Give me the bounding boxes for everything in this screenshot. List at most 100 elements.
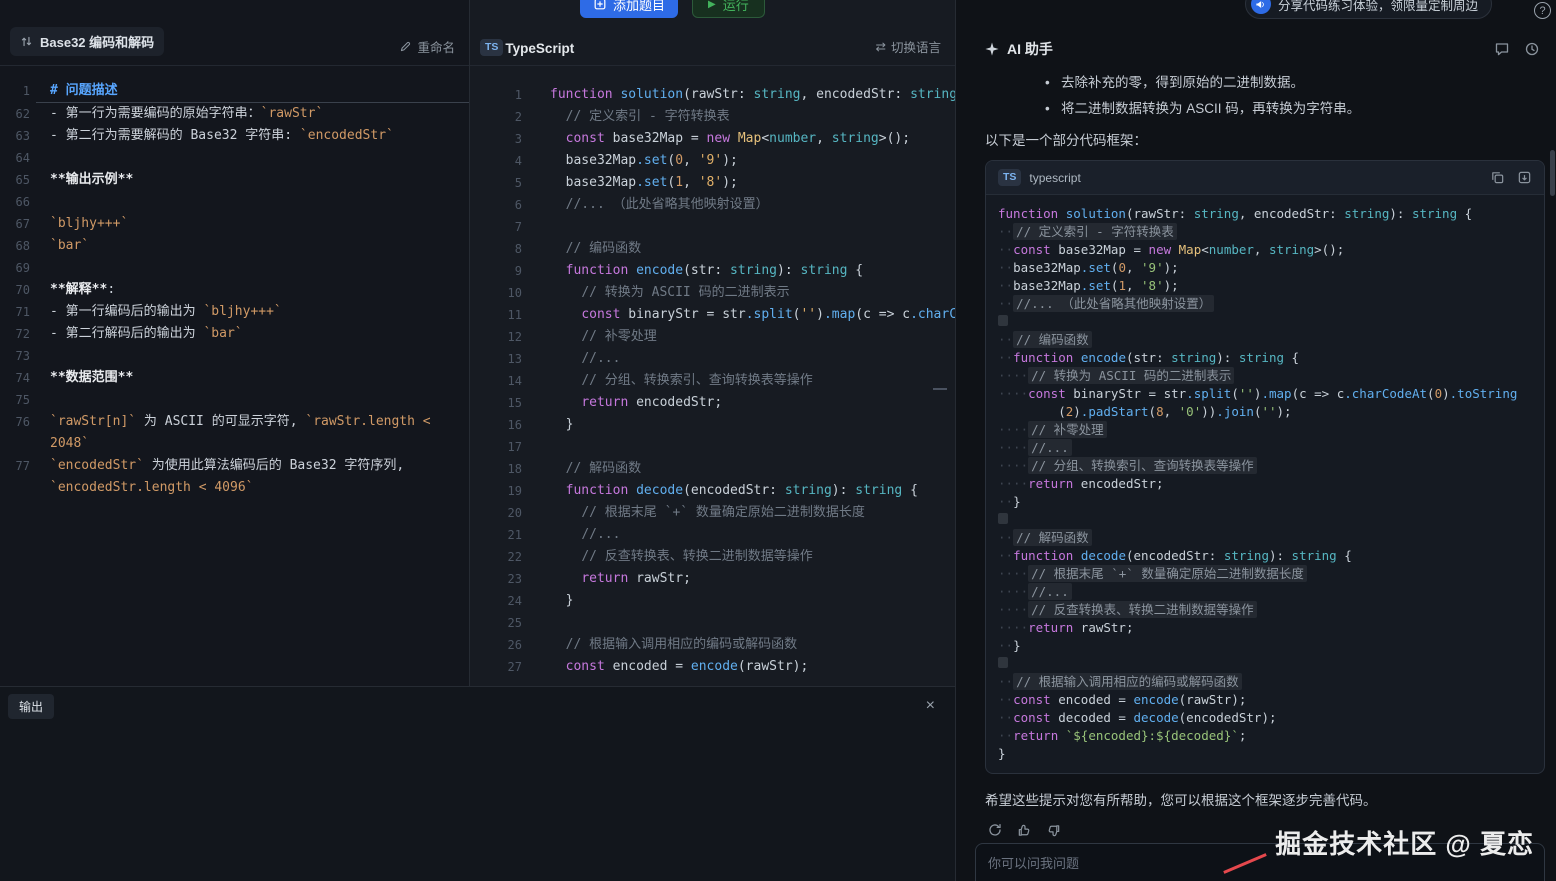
line-number: 11	[470, 304, 522, 326]
ai-code-line: ····// 反查转换表、转换二进制数据等操作	[998, 601, 1532, 619]
history-icon[interactable]	[1524, 41, 1540, 57]
ai-code-line: ··function encode(str: string): string {	[998, 349, 1532, 367]
line-number: 17	[470, 436, 522, 458]
md-line[interactable]: 77`encodedStr` 为使用此算法编码后的 Base32 字符序列, `…	[0, 455, 469, 499]
copy-icon[interactable]	[1490, 170, 1505, 185]
rename-button[interactable]: 重命名	[399, 37, 455, 56]
line-number: 73	[0, 345, 36, 367]
play-icon: ▶	[708, 0, 716, 10]
thumb-down-icon[interactable]	[1046, 822, 1061, 838]
app-root: Base32 编码和解码 重命名 1# 问题描述62- 第一行为需要编码的原始字…	[0, 0, 1556, 881]
message-icon[interactable]	[1494, 41, 1510, 57]
refresh-icon[interactable]	[987, 822, 1003, 838]
ai-title: AI 助手	[1007, 39, 1053, 59]
ai-code-line: ····//...	[998, 439, 1532, 457]
code-line[interactable]: 11 const binaryStr = str.split('').map(c…	[470, 304, 955, 326]
code-line[interactable]: 15 return encodedStr;	[470, 392, 955, 414]
ai-code-line: ··}	[998, 493, 1532, 511]
scrollbar-thumb[interactable]	[1550, 150, 1555, 196]
run-button[interactable]: ▶ 运行	[692, 0, 765, 18]
rename-label: 重命名	[417, 37, 455, 56]
ai-response-actions	[985, 822, 1545, 838]
code-line[interactable]: 19 function decode(encodedStr: string): …	[470, 480, 955, 502]
code-language-label: typescript	[1029, 171, 1080, 185]
line-number: 66	[0, 191, 36, 213]
md-line[interactable]: 62- 第一行为需要编码的原始字符串：`rawStr`	[0, 103, 469, 125]
md-line[interactable]: 69	[0, 257, 469, 279]
md-line[interactable]: 65**输出示例**	[0, 169, 469, 191]
pencil-icon	[399, 40, 412, 53]
thumb-up-icon[interactable]	[1017, 822, 1032, 838]
line-number: 68	[0, 235, 36, 257]
close-icon[interactable]: ×	[926, 698, 935, 714]
code-line[interactable]: 17	[470, 436, 955, 458]
line-number: 25	[470, 612, 522, 634]
code-line[interactable]: 3 const base32Map = new Map<number, stri…	[470, 128, 955, 150]
code-line[interactable]: 22 // 反查转换表、转换二进制数据等操作	[470, 546, 955, 568]
code-line[interactable]: 7	[470, 216, 955, 238]
share-campaign-pill[interactable]: 分享代码练习体验，领限量定制周边	[1245, 0, 1492, 19]
code-line[interactable]: 20 // 根据末尾 `+` 数量确定原始二进制数据长度	[470, 502, 955, 524]
md-line[interactable]: 75	[0, 389, 469, 411]
ai-code-line: ··const encoded = encode(rawStr);	[998, 691, 1532, 709]
code-line[interactable]: 8 // 编码函数	[470, 238, 955, 260]
line-number: 9	[470, 260, 522, 282]
md-line[interactable]: 66	[0, 191, 469, 213]
code-line[interactable]: 6 //... （此处省略其他映射设置）	[470, 194, 955, 216]
code-line[interactable]: 13 //...	[470, 348, 955, 370]
code-line[interactable]: 14 // 分组、转换索引、查询转换表等操作	[470, 370, 955, 392]
editor-scroll-dash[interactable]	[933, 388, 947, 390]
code-line[interactable]: 4 base32Map.set(0, '9');	[470, 150, 955, 172]
line-number: 71	[0, 301, 36, 323]
code-line[interactable]: 16 }	[470, 414, 955, 436]
md-line[interactable]: 70**解释**:	[0, 279, 469, 301]
problem-editor[interactable]: 1# 问题描述62- 第一行为需要编码的原始字符串：`rawStr`63- 第二…	[0, 66, 469, 686]
switch-language-button[interactable]: ⇄ 切换语言	[876, 37, 942, 56]
line-number: 3	[470, 128, 522, 150]
output-tab[interactable]: 输出	[8, 694, 54, 719]
help-icon[interactable]: ?	[1534, 2, 1551, 19]
line-number: 12	[470, 326, 522, 348]
run-label: 运行	[723, 0, 749, 14]
megaphone-icon	[1251, 0, 1271, 14]
code-line[interactable]: 10 // 转换为 ASCII 码的二进制表示	[470, 282, 955, 304]
md-line[interactable]: 72- 第二行解码后的输出为 `bar`	[0, 323, 469, 345]
code-line[interactable]: 1function solution(rawStr: string, encod…	[470, 84, 955, 106]
code-line[interactable]: 2 // 定义索引 - 字符转换表	[470, 106, 955, 128]
md-line[interactable]: 73	[0, 345, 469, 367]
md-line[interactable]: 71- 第一行编码后的输出为 `bljhy+++`	[0, 301, 469, 323]
ai-code-line: ····return rawStr;	[998, 619, 1532, 637]
insert-code-icon[interactable]	[1517, 170, 1532, 185]
line-number: 69	[0, 257, 36, 279]
code-line[interactable]: 18 // 解码函数	[470, 458, 955, 480]
code-editor-lines[interactable]: 1function solution(rawStr: string, encod…	[470, 66, 955, 686]
md-line[interactable]: 1# 问题描述	[0, 80, 469, 103]
ai-code-line: ··// 定义索引 - 字符转换表	[998, 223, 1532, 241]
ai-code-line: ··base32Map.set(1, '8');	[998, 277, 1532, 295]
md-line[interactable]: 64	[0, 147, 469, 169]
md-line[interactable]: 63- 第二行为需要解码的 Base32 字符串: `encodedStr`	[0, 125, 469, 147]
code-line[interactable]: 24 }	[470, 590, 955, 612]
problem-title-chip[interactable]: Base32 编码和解码	[10, 27, 164, 56]
code-line[interactable]: 21 //...	[470, 524, 955, 546]
add-problem-button[interactable]: 添加题目	[580, 0, 678, 18]
md-line[interactable]: 76`rawStr[n]` 为 ASCII 的可显示字符, `rawStr.le…	[0, 411, 469, 455]
md-line[interactable]: 67`bljhy+++`	[0, 213, 469, 235]
line-number: 62	[0, 103, 36, 125]
ai-code-line: ··function decode(encodedStr: string): s…	[998, 547, 1532, 565]
md-line[interactable]: 74**数据范围**	[0, 367, 469, 389]
md-line[interactable]: 68`bar`	[0, 235, 469, 257]
ts-badge-icon: TS	[998, 169, 1021, 186]
code-line[interactable]: 12 // 补零处理	[470, 326, 955, 348]
line-number: 67	[0, 213, 36, 235]
ai-code-line	[998, 313, 1532, 331]
code-line[interactable]: 23 return rawStr;	[470, 568, 955, 590]
code-line[interactable]: 25	[470, 612, 955, 634]
line-number: 2	[470, 106, 522, 128]
code-line[interactable]: 5 base32Map.set(1, '8');	[470, 172, 955, 194]
code-line[interactable]: 26 // 根据输入调用相应的编码或解码函数	[470, 634, 955, 656]
problem-panel-header: Base32 编码和解码 重命名	[0, 0, 469, 66]
code-line[interactable]: 9 function encode(str: string): string {	[470, 260, 955, 282]
line-number: 6	[470, 194, 522, 216]
code-line[interactable]: 27 const encoded = encode(rawStr);	[470, 656, 955, 678]
